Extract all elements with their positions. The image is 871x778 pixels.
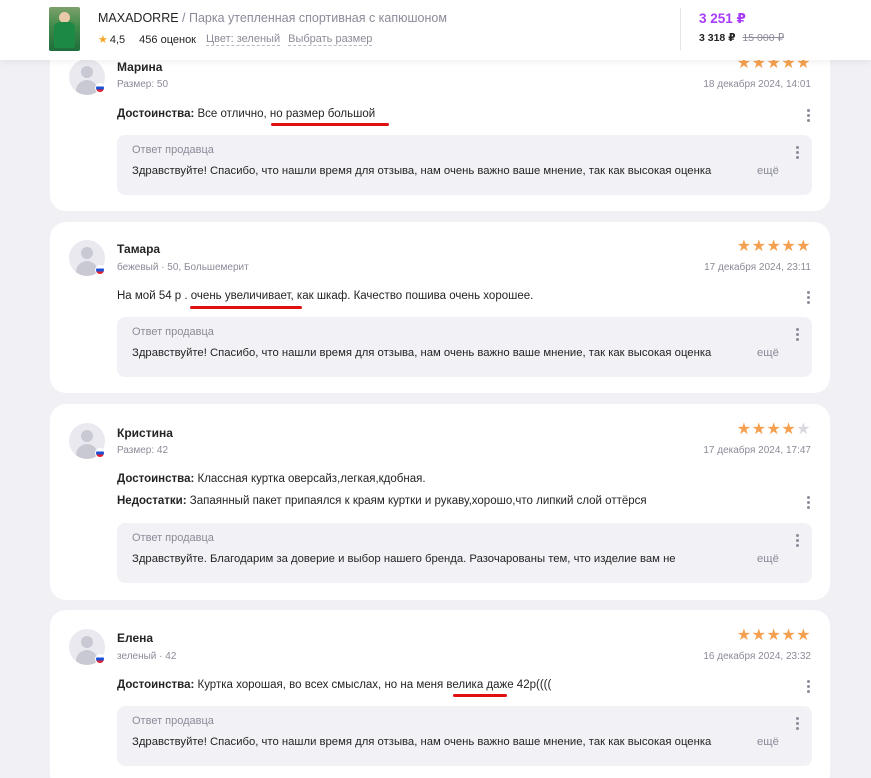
seller-answer: Ответ продавца Здравствуйте. Благодарим … xyxy=(117,523,812,583)
highlight-underline xyxy=(453,694,507,697)
star-icon: ★ xyxy=(98,34,108,46)
seller-answer: Ответ продавца Здравствуйте! Спасибо, чт… xyxy=(117,135,812,195)
review-cons: Недостатки: Запаянный пакет припаялся к … xyxy=(117,495,647,507)
star-icon: ★ xyxy=(796,627,811,644)
seller-answer-title: Ответ продавца xyxy=(132,532,214,544)
show-more-link[interactable]: ещё xyxy=(757,553,779,565)
show-more-link[interactable]: ещё xyxy=(757,347,779,359)
highlight-underline xyxy=(190,306,302,309)
product-header: MAXADORRE / Парка утепленная спортивная … xyxy=(0,0,871,60)
star-icon: ★ xyxy=(736,421,752,438)
review-pros: Достоинства: Классная куртка оверсайз,ле… xyxy=(117,473,426,485)
star-icon: ★ xyxy=(736,627,752,644)
review-pros: Достоинства: Куртка хорошая, во всех смы… xyxy=(117,679,551,691)
cons-label: Недостатки: xyxy=(117,495,187,507)
more-options-icon[interactable] xyxy=(796,717,800,732)
russia-flag-icon xyxy=(95,83,105,93)
review-details: Размер: 42 xyxy=(117,445,169,456)
more-options-icon[interactable] xyxy=(807,496,811,511)
size-selector-link[interactable]: Выбрать размер xyxy=(288,33,373,46)
review-date: 17 декабря 2024, 23:11 xyxy=(704,262,811,273)
russia-flag-icon xyxy=(95,265,105,275)
product-thumbnail[interactable] xyxy=(49,7,80,51)
more-options-icon[interactable] xyxy=(807,109,811,124)
rating-stars: ★★★★★ xyxy=(737,419,811,439)
rating-value: 4,5 xyxy=(109,33,126,46)
russia-flag-icon xyxy=(95,654,105,664)
color-selector-link[interactable]: Цвет: зеленый xyxy=(206,33,281,46)
review-author[interactable]: Елена xyxy=(117,631,153,645)
russia-flag-icon xyxy=(95,448,105,458)
review-details: зеленый · 42 xyxy=(117,651,177,662)
text-fade xyxy=(708,734,748,752)
review-card: Тамара бежевый · 50, Большемерит ★★★★★ 1… xyxy=(50,222,830,393)
review-text: На мой 54 р . очень увеличивает, как шка… xyxy=(117,290,534,302)
pros-label: Достоинства: xyxy=(117,679,195,691)
old-price: 15 000 ₽ xyxy=(742,32,785,44)
text-fade xyxy=(708,551,748,569)
brand-name[interactable]: MAXADORRE xyxy=(98,11,179,25)
pros-label: Достоинства: xyxy=(117,108,195,120)
more-options-icon[interactable] xyxy=(807,291,811,306)
seller-answer-title: Ответ продавца xyxy=(132,715,214,727)
review-date: 16 декабря 2024, 23:32 xyxy=(703,651,811,662)
pros-text: Классная куртка оверсайз,легкая,кдобная. xyxy=(194,473,426,485)
review-pros: Достоинства: Все отлично, но размер боль… xyxy=(117,108,375,120)
show-more-link[interactable]: ещё xyxy=(757,736,779,748)
text-fade xyxy=(708,163,748,181)
seller-answer-text: Здравствуйте! Спасибо, что нашли время д… xyxy=(132,736,712,748)
review-card: Марина Размер: 50 ★★★★★ 18 декабря 2024,… xyxy=(50,40,830,211)
star-icon: ★ xyxy=(736,238,752,255)
review-card: Елена зеленый · 42 ★★★★★ 16 декабря 2024… xyxy=(50,610,830,778)
seller-answer-text: Здравствуйте. Благодарим за доверие и вы… xyxy=(132,553,676,565)
star-icon: ★ xyxy=(781,238,797,255)
star-icon: ★ xyxy=(766,627,782,644)
star-icon: ★ xyxy=(751,421,767,438)
price-details: 3 318 ₽ 15 000 ₽ xyxy=(699,32,784,44)
pros-label: Достоинства: xyxy=(117,473,195,485)
title-separator: / xyxy=(178,11,189,25)
pros-text: Куртка хорошая, во всех смыслах, но на м… xyxy=(194,679,552,691)
rating-stars: ★★★★★ xyxy=(737,625,811,645)
seller-answer: Ответ продавца Здравствуйте! Спасибо, чт… xyxy=(117,317,812,377)
product-title: MAXADORRE / Парка утепленная спортивная … xyxy=(98,11,447,25)
more-options-icon[interactable] xyxy=(807,680,811,695)
seller-answer-title: Ответ продавца xyxy=(132,144,214,156)
product-name: Парка утепленная спортивная с капюшоном xyxy=(189,11,447,25)
star-icon: ★ xyxy=(781,421,797,438)
review-author[interactable]: Марина xyxy=(117,60,162,74)
highlight-underline xyxy=(271,123,389,126)
text-fade xyxy=(708,345,748,363)
review-author[interactable]: Тамара xyxy=(117,242,160,256)
review-details: Размер: 50 xyxy=(117,79,169,90)
review-card: Кристина Размер: 42 ★★★★★ 17 декабря 202… xyxy=(50,404,830,600)
review-date: 17 декабря 2024, 17:47 xyxy=(703,445,811,456)
star-icon: ★ xyxy=(751,627,767,644)
review-date: 18 декабря 2024, 14:01 xyxy=(703,79,811,90)
seller-answer-title: Ответ продавца xyxy=(132,326,214,338)
more-options-icon[interactable] xyxy=(796,534,800,549)
cons-text: Запаянный пакет припаялся к краям куртки… xyxy=(186,495,647,507)
star-icon: ★ xyxy=(766,238,782,255)
more-options-icon[interactable] xyxy=(796,328,800,343)
star-empty-icon: ★ xyxy=(796,421,811,438)
star-icon: ★ xyxy=(766,421,782,438)
review-author[interactable]: Кристина xyxy=(117,426,173,440)
star-icon: ★ xyxy=(751,238,767,255)
star-icon: ★ xyxy=(796,238,811,255)
pros-text: Все отлично, но размер большой xyxy=(194,108,376,120)
product-meta: ★ 4,5 456 оценок Цвет: зеленый Выбрать р… xyxy=(98,33,380,46)
wallet-price: 3 318 ₽ xyxy=(699,32,736,44)
seller-answer: Ответ продавца Здравствуйте! Спасибо, чт… xyxy=(117,706,812,766)
seller-answer-text: Здравствуйте! Спасибо, что нашли время д… xyxy=(132,347,712,359)
header-divider xyxy=(680,8,681,50)
rating-stars: ★★★★★ xyxy=(737,236,811,256)
reviews-count[interactable]: 456 оценок xyxy=(139,34,196,46)
show-more-link[interactable]: ещё xyxy=(757,165,779,177)
star-icon: ★ xyxy=(781,627,797,644)
more-options-icon[interactable] xyxy=(796,146,800,161)
review-details: бежевый · 50, Большемерит xyxy=(117,262,249,273)
price: 3 251 ₽ xyxy=(699,11,746,26)
seller-answer-text: Здравствуйте! Спасибо, что нашли время д… xyxy=(132,165,712,177)
